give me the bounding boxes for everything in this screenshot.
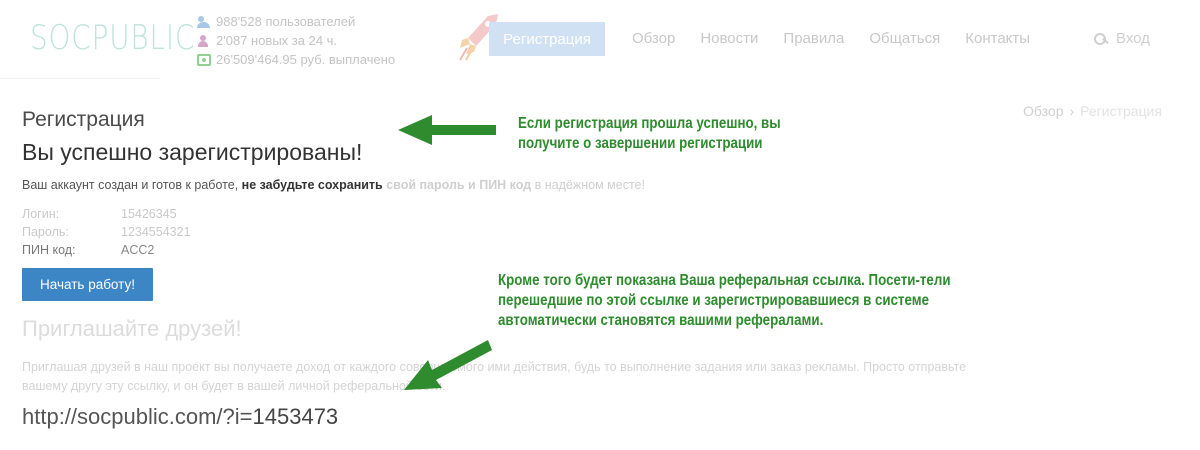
account-text-bold-a: не забудьте сохранить [241,178,383,192]
site-logo[interactable]: SOCPUBLIC [30,18,195,58]
nav-item-chat[interactable]: Общаться [869,30,940,47]
success-title: Вы успешно зарегистрированы! [22,139,363,165]
breadcrumb-current: Регистрация [1080,103,1162,119]
stat-users: 988'528 пользователей [197,12,395,31]
stat-users-text: 988'528 пользователей [216,14,356,29]
annotation-note-referral: Кроме того будет показана Ваша реферальн… [498,272,951,329]
invite-friends-text: Приглашая друзей в наш проект вы получае… [22,360,967,393]
breadcrumb-separator: › [1069,103,1075,119]
credential-value: 1234554321 [121,225,191,239]
money-icon [197,53,211,66]
credential-value: ACC2 [121,243,155,257]
account-text-bold-b: свой пароль и ПИН код [386,178,532,192]
nav-item-rules[interactable]: Правила [783,30,844,47]
credential-label: Логин: [22,207,60,221]
referral-link-base: http://socpublic.com/?i= [22,404,253,429]
referral-link[interactable]: http://socpublic.com/?i=1453473 [22,404,338,430]
key-icon [1094,32,1110,46]
breadcrumb-home[interactable]: Обзор [1023,103,1063,119]
user-icon [197,34,211,47]
register-button[interactable]: Регистрация [489,22,605,56]
invite-friends-title: Приглашайте друзей! [22,316,242,342]
credential-password: Пароль: 1234554321 [22,223,191,241]
credential-pin: ПИН код: ACC2 [22,241,191,259]
credential-value: 15426345 [121,207,177,221]
annotation-arrow-left [398,115,496,145]
breadcrumb: Обзор › Регистрация [1023,103,1162,119]
login-label: Вход [1116,30,1150,47]
account-text-end: в надёжном месте! [534,178,645,192]
account-created-text: Ваш аккаунт создан и готов к работе, не … [22,178,645,192]
page-title: Регистрация [22,108,145,131]
nav-item-overview[interactable]: Обзор [632,30,675,47]
nav-item-news[interactable]: Новости [700,30,758,47]
account-text-start: Ваш аккаунт создан и готов к работе, [22,178,239,192]
credential-login: Логин: 15426345 [22,205,191,223]
credential-label: Пароль: [22,225,69,239]
login-link[interactable]: Вход [1094,30,1150,47]
credentials-list: Логин: 15426345 Пароль: 1234554321 ПИН к… [22,205,191,259]
stat-paid-text: 26'509'464.95 руб. выплачено [216,52,396,67]
stat-paid: 26'509'464.95 руб. выплачено [197,50,395,69]
stat-new-users-text: 2'087 новых за 24 ч. [216,33,338,48]
start-work-button[interactable]: Начать работу! [22,268,153,301]
invite-title-end: друзей! [165,316,242,341]
site-stats: 988'528 пользователей 2'087 новых за 24 … [197,12,395,69]
invite-title-start: Приглашайте [22,316,160,341]
credential-label: ПИН код: [22,243,76,257]
site-header: SOCPUBLIC 988'528 пользователей 2'087 но… [0,0,1200,80]
logo-divider [0,78,160,79]
stat-new-users: 2'087 новых за 24 ч. [197,31,395,50]
annotation-note-success: Если регистрация прошла успешно, вы полу… [518,115,781,152]
users-icon [197,15,211,28]
main-nav: Обзор Новости Правила Общаться Контакты [632,30,1055,47]
referral-link-id: 1453473 [252,404,339,429]
nav-item-contacts[interactable]: Контакты [965,30,1030,47]
annotation-arrow-down-left [404,340,492,390]
